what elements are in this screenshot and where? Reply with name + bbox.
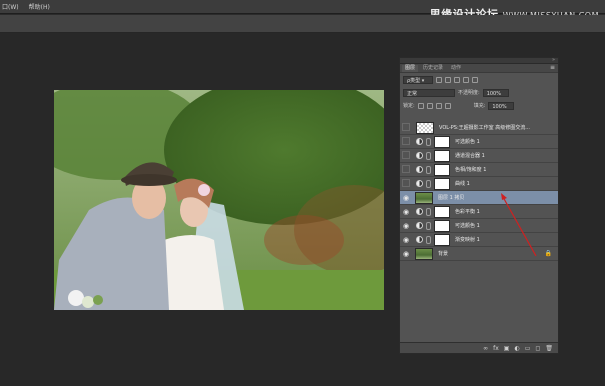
link-icon — [426, 179, 431, 188]
lock-pixels-icon[interactable] — [426, 102, 433, 109]
layer-row-selective-color-top[interactable]: 可选颜色 1 — [400, 135, 558, 149]
layers-panel: » 图层 历史记录 动作 ≡ ρ类型 ▾ 正常 不透明度: 100% 锁定: 填… — [399, 57, 559, 354]
layer-name: 图层 1 拷贝 — [438, 195, 465, 201]
fill-value: 100% — [492, 103, 507, 110]
panel-tab-bar: 图层 历史记录 动作 — [400, 64, 558, 73]
adjustment-icon — [416, 208, 423, 215]
layer-name: 可选颜色 1 — [455, 223, 480, 229]
new-adjustment-icon[interactable]: ◐ — [514, 345, 519, 352]
link-layers-icon[interactable]: ∞ — [483, 345, 488, 352]
layer-row-color-balance[interactable]: ◉ 色彩平衡 1 — [400, 205, 558, 219]
filter-row: ρ类型 ▾ — [400, 73, 558, 86]
layer-row-gradient-map[interactable]: ◉ 渐变映射 1 — [400, 233, 558, 247]
panel-footer: ∞ fx ▣ ◐ ▭ ◻ 🗑 — [400, 342, 558, 353]
panel-collapse-strip[interactable]: » — [400, 57, 558, 64]
lock-all-icon[interactable] — [444, 102, 451, 109]
link-icon — [426, 137, 431, 146]
layer-thumbnail — [415, 247, 433, 260]
eye-icon[interactable]: ◉ — [400, 194, 412, 202]
kind-filter-select[interactable]: ρ类型 ▾ — [403, 75, 433, 84]
layer-row-channel-mixer[interactable]: 通道混合器 1 — [400, 149, 558, 163]
tab-actions[interactable]: 动作 — [448, 65, 464, 72]
adjustment-icon — [416, 152, 423, 159]
layer-row-hue-saturation[interactable]: 色相/饱和度 1 — [400, 163, 558, 177]
add-mask-icon[interactable]: ▣ — [504, 345, 510, 352]
layer-name: 通道混合器 1 — [455, 153, 485, 159]
lock-position-icon[interactable] — [435, 102, 442, 109]
adjustment-icon — [416, 236, 423, 243]
layer-mask-thumbnail[interactable] — [434, 149, 450, 162]
new-group-icon[interactable]: ▭ — [525, 345, 531, 352]
layer-mask-thumbnail[interactable] — [434, 219, 450, 232]
blend-row: 正常 不透明度: 100% — [400, 86, 558, 99]
link-icon — [426, 221, 431, 230]
layer-name: 曲线 1 — [455, 181, 470, 187]
tab-history[interactable]: 历史记录 — [420, 65, 446, 72]
visibility-toggle[interactable] — [400, 165, 412, 175]
opacity-value: 100% — [486, 90, 501, 97]
layer-row-background[interactable]: ◉ 背景 🔒 — [400, 247, 558, 261]
filter-pixel-icon[interactable] — [436, 76, 442, 83]
visibility-toggle[interactable] — [400, 137, 412, 147]
layer-row-layer1-copy[interactable]: ◉ 图层 1 拷贝 — [400, 191, 558, 205]
eye-icon[interactable]: ◉ — [400, 250, 412, 258]
fill-input[interactable]: 100% — [488, 101, 515, 110]
options-bar — [0, 15, 605, 33]
layer-name: 可选颜色 1 — [455, 139, 480, 145]
tab-layers[interactable]: 图层 — [402, 65, 419, 72]
layer-thumbnail — [416, 121, 434, 134]
kind-filter-label: ρ类型 — [407, 77, 421, 84]
layer-thumbnail — [415, 191, 433, 204]
delete-layer-icon[interactable]: 🗑 — [545, 345, 553, 352]
layer-mask-thumbnail[interactable] — [434, 163, 450, 176]
new-layer-icon[interactable]: ◻ — [535, 345, 540, 352]
lock-transparency-icon[interactable] — [417, 102, 424, 109]
link-icon — [426, 165, 431, 174]
link-icon — [426, 151, 431, 160]
panel-menu-icon[interactable]: ≡ — [550, 64, 555, 71]
layer-row-curves[interactable]: 曲线 1 — [400, 177, 558, 191]
layer-mask-thumbnail[interactable] — [434, 135, 450, 148]
visibility-toggle[interactable] — [400, 151, 412, 161]
layer-style-icon[interactable]: fx — [493, 345, 499, 352]
fill-label: 填充: — [473, 103, 486, 109]
document-image[interactable] — [54, 90, 384, 310]
adjustment-icon — [416, 222, 423, 229]
filter-shape-icon[interactable] — [463, 76, 469, 83]
eye-icon[interactable]: ◉ — [400, 222, 412, 230]
link-icon — [426, 207, 431, 216]
blend-mode-select[interactable]: 正常 — [403, 88, 455, 97]
layer-mask-thumbnail[interactable] — [434, 205, 450, 218]
collapse-icon[interactable]: » — [552, 57, 555, 63]
layer-row-text[interactable]: VOL-PS:王超摄影工作室 高级修图交流... — [400, 121, 558, 135]
layer-name: 背景 — [438, 251, 449, 257]
adjustment-icon — [416, 180, 423, 187]
layer-name: 渐变映射 1 — [455, 237, 480, 243]
layer-name: 色相/饱和度 1 — [455, 167, 487, 173]
blend-mode-value: 正常 — [407, 90, 418, 97]
adjustment-icon — [416, 166, 423, 173]
layer-name: 色彩平衡 1 — [455, 209, 480, 215]
lock-icon: 🔒 — [544, 250, 552, 257]
filter-adjustment-icon[interactable] — [445, 76, 451, 83]
visibility-toggle[interactable] — [400, 179, 412, 189]
adjustment-icon — [416, 138, 423, 145]
layer-row-selective-color[interactable]: ◉ 可选颜色 1 — [400, 219, 558, 233]
menu-help[interactable]: 帮助(H) — [29, 2, 50, 11]
opacity-label: 不透明度: — [458, 90, 480, 96]
menu-window[interactable]: 口(W) — [2, 2, 19, 11]
filter-smart-icon[interactable] — [472, 76, 478, 83]
opacity-input[interactable]: 100% — [482, 88, 509, 97]
eye-icon[interactable]: ◉ — [400, 208, 412, 216]
link-icon — [426, 235, 431, 244]
layers-list: VOL-PS:王超摄影工作室 高级修图交流... 可选颜色 1 通道混合器 1 … — [400, 121, 558, 261]
eye-icon[interactable]: ◉ — [400, 236, 412, 244]
lock-row: 锁定: 填充: 100% — [400, 99, 558, 112]
visibility-toggle[interactable] — [400, 123, 412, 133]
layer-name: VOL-PS:王超摄影工作室 高级修图交流... — [439, 125, 531, 131]
lock-label: 锁定: — [403, 103, 415, 109]
layer-mask-thumbnail[interactable] — [434, 233, 450, 246]
layer-mask-thumbnail[interactable] — [434, 177, 450, 190]
filter-text-icon[interactable] — [454, 76, 460, 83]
